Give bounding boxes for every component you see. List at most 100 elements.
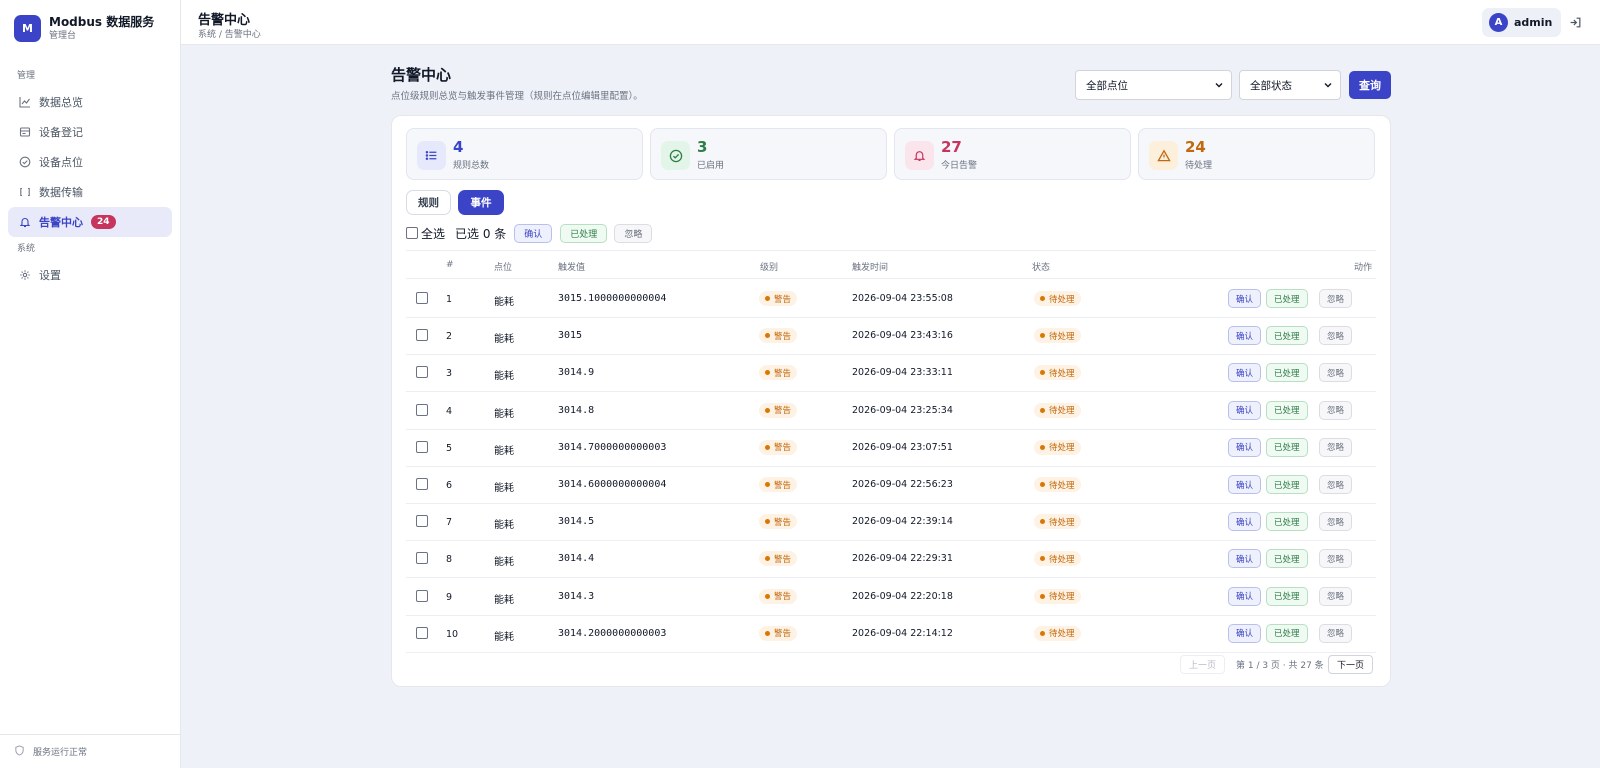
row-checkbox[interactable]: [416, 366, 428, 379]
row-trigger-value: 3014.5: [558, 516, 595, 528]
list-icon: [417, 141, 446, 170]
row-confirm-button[interactable]: 确认: [1228, 400, 1262, 420]
sidebar-item-device-register[interactable]: 设备登记: [8, 117, 172, 147]
row-done-button[interactable]: 已处理: [1266, 326, 1308, 346]
row-trigger-time: 2026-09-04 23:25:34: [852, 404, 953, 416]
row-checkbox[interactable]: [416, 552, 428, 565]
row-point: 能耗: [494, 520, 514, 532]
row-checkbox[interactable]: [416, 440, 428, 453]
point-filter-select[interactable]: 全部点位: [1075, 70, 1232, 100]
tab-events[interactable]: 事件: [458, 190, 504, 215]
row-confirm-button[interactable]: 确认: [1228, 512, 1262, 532]
sidebar-item-alarm-center[interactable]: 告警中心 24: [8, 207, 172, 237]
row-ignore-button[interactable]: 忽略: [1319, 400, 1353, 420]
row-checkbox[interactable]: [416, 515, 428, 528]
row-checkbox[interactable]: [416, 626, 428, 639]
service-status-text: 服务运行正常: [33, 748, 88, 758]
tab-rules[interactable]: 规则: [406, 190, 451, 215]
column-header-time: 触发时间: [852, 263, 889, 273]
sidebar-item-device-points[interactable]: 设备点位: [8, 147, 172, 177]
row-trigger-time: 2026-09-04 22:20:18: [852, 590, 953, 602]
table-row: 3 能耗 3014.9 警告 2026-09-04 23:33:11 待处理 确认 已处理 忽略: [406, 354, 1376, 393]
row-ignore-button[interactable]: 忽略: [1319, 363, 1353, 383]
row-done-button[interactable]: 已处理: [1266, 549, 1308, 569]
row-confirm-button[interactable]: 确认: [1228, 289, 1262, 308]
row-done-button[interactable]: 已处理: [1266, 363, 1308, 383]
row-done-button[interactable]: 已处理: [1266, 289, 1308, 308]
row-confirm-button[interactable]: 确认: [1228, 475, 1262, 494]
row-checkbox[interactable]: [416, 403, 428, 416]
bulk-done-button[interactable]: 已处理: [560, 223, 608, 243]
row-confirm-button[interactable]: 确认: [1228, 363, 1262, 383]
row-confirm-button[interactable]: 确认: [1228, 549, 1262, 569]
row-checkbox[interactable]: [416, 478, 428, 490]
row-done-button[interactable]: 已处理: [1266, 437, 1308, 457]
row-done-button[interactable]: 已处理: [1266, 512, 1308, 532]
level-badge: 警告: [759, 477, 798, 492]
row-trigger-value: 3014.2000000000003: [558, 627, 667, 639]
row-index: 8: [446, 554, 453, 566]
status-badge: 待处理: [1034, 439, 1081, 455]
row-confirm-button[interactable]: 确认: [1228, 326, 1262, 346]
stat-label: 规则总数: [453, 161, 490, 171]
row-trigger-value: 3014.4: [558, 553, 595, 565]
sidebar-item-data-overview[interactable]: 数据总览: [8, 87, 172, 117]
row-checkbox[interactable]: [416, 329, 428, 342]
row-done-button[interactable]: 已处理: [1266, 623, 1308, 643]
nav-group-manage: 管理: [17, 71, 36, 81]
row-ignore-button[interactable]: 忽略: [1319, 437, 1353, 457]
chevron-down-icon: [1214, 80, 1224, 90]
bulk-ignore-button[interactable]: 忽略: [614, 223, 653, 243]
table-row: 4 能耗 3014.8 警告 2026-09-04 23:25:34 待处理 确认 已处理 忽略: [406, 392, 1376, 430]
warning-icon: [1149, 141, 1178, 170]
row-checkbox[interactable]: [416, 589, 428, 602]
row-ignore-button[interactable]: 忽略: [1319, 623, 1353, 643]
query-button[interactable]: 查询: [1349, 71, 1391, 99]
logout-icon[interactable]: [1567, 14, 1583, 30]
row-ignore-button[interactable]: 忽略: [1319, 586, 1353, 606]
level-badge: 警告: [759, 402, 798, 418]
next-page-button[interactable]: 下一页: [1328, 655, 1374, 674]
table-row: 6 能耗 3014.6000000000004 警告 2026-09-04 22:56:…: [406, 466, 1376, 504]
row-point: 能耗: [494, 297, 514, 308]
row-confirm-button[interactable]: 确认: [1228, 437, 1262, 457]
stat-value: 4: [453, 138, 464, 156]
stat-label: 已启用: [697, 161, 725, 171]
page-title: 告警中心: [391, 66, 452, 84]
column-header-status: 状态: [1032, 263, 1051, 273]
row-ignore-button[interactable]: 忽略: [1319, 289, 1353, 308]
app-subtitle: 管理台: [49, 30, 77, 41]
sidebar-item-settings[interactable]: 设置: [8, 260, 172, 290]
row-ignore-button[interactable]: 忽略: [1319, 549, 1353, 569]
row-done-button[interactable]: 已处理: [1266, 400, 1308, 420]
select-all-checkbox[interactable]: [406, 227, 418, 239]
sidebar-item-label: 数据总览: [39, 96, 83, 109]
row-point: 能耗: [494, 371, 514, 383]
row-confirm-button[interactable]: 确认: [1228, 586, 1262, 606]
sidebar-item-data-transfer[interactable]: 数据传输: [8, 177, 172, 207]
row-ignore-button[interactable]: 忽略: [1319, 475, 1353, 494]
stat-label: 今日告警: [941, 161, 978, 171]
level-badge: 警告: [759, 291, 798, 306]
column-header-index: #: [446, 260, 454, 270]
table-row: 2 能耗 3015 警告 2026-09-04 23:43:16 待处理 确认 已处理 忽略: [406, 317, 1376, 356]
bulk-actions: 全选 已选 0 条 确认 已处理 忽略: [406, 223, 653, 243]
row-done-button[interactable]: 已处理: [1266, 586, 1308, 606]
row-ignore-button[interactable]: 忽略: [1319, 512, 1353, 532]
row-confirm-button[interactable]: 确认: [1228, 623, 1262, 643]
app-logo: M: [14, 14, 41, 42]
row-ignore-button[interactable]: 忽略: [1319, 326, 1353, 346]
column-header-point: 点位: [494, 263, 513, 273]
table-row: 5 能耗 3014.7000000000003 警告 2026-09-04 23:07:…: [406, 429, 1376, 467]
row-index: 3: [446, 368, 453, 380]
row-index: 10: [446, 628, 459, 640]
row-trigger-time: 2026-09-04 22:56:23: [852, 479, 953, 490]
row-checkbox[interactable]: [416, 292, 428, 304]
row-done-button[interactable]: 已处理: [1266, 475, 1308, 494]
status-filter-select[interactable]: 全部状态: [1239, 70, 1341, 100]
shield-icon: [14, 744, 25, 759]
stat-value: 24: [1185, 138, 1206, 156]
bell-icon: [905, 141, 934, 170]
bulk-confirm-button[interactable]: 确认: [514, 223, 553, 243]
user-menu[interactable]: A admin: [1482, 8, 1562, 37]
